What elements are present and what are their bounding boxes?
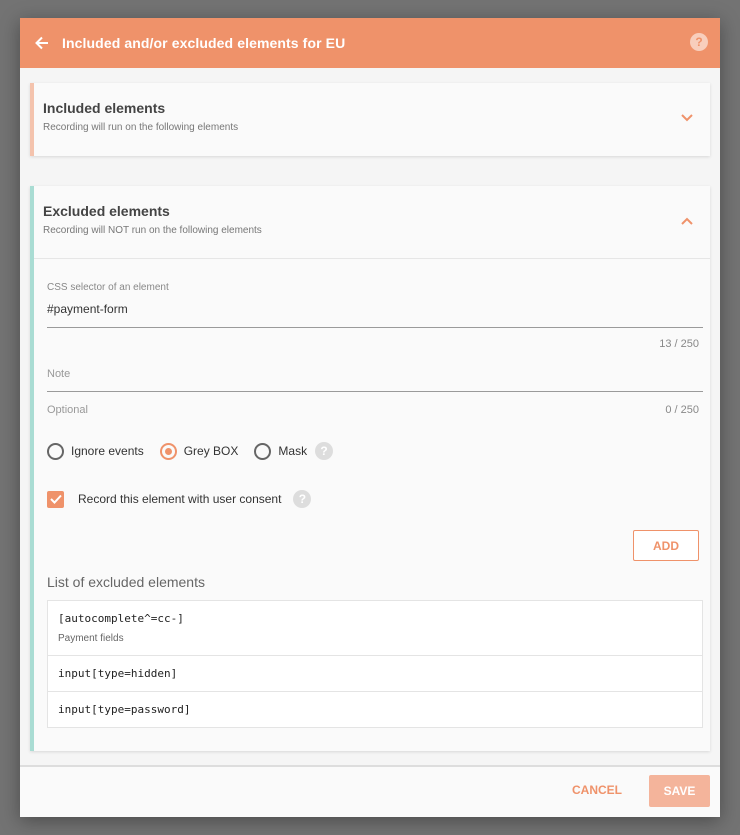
included-elements-panel[interactable]: Included elements Recording will run on …	[30, 83, 710, 156]
radio-unchecked-icon[interactable]	[254, 442, 272, 460]
checkbox-checked-icon[interactable]	[47, 490, 64, 508]
dialog: Included and/or excluded elements for EU…	[20, 18, 720, 817]
list-item[interactable]: input[type=hidden]	[48, 655, 702, 691]
chevron-up-icon[interactable]	[680, 216, 694, 226]
included-title: Included elements	[43, 100, 166, 116]
css-selector-input[interactable]: #payment-form	[47, 302, 703, 316]
excluded-panel-header[interactable]: Excluded elements Recording will NOT run…	[34, 186, 710, 258]
save-button[interactable]: SAVE	[649, 775, 710, 807]
panel-divider	[34, 258, 710, 259]
excluded-list: [autocomplete^=cc-] Payment fields input…	[47, 600, 703, 728]
radio-unchecked-icon[interactable]	[47, 442, 64, 460]
note-hint: Optional	[47, 404, 88, 416]
css-selector-underline	[47, 327, 703, 328]
cancel-button[interactable]: CANCEL	[572, 783, 622, 797]
list-item-selector: [autocomplete^=cc-]	[58, 612, 184, 625]
radio-label: Ignore events	[71, 444, 144, 458]
back-arrow-icon[interactable]	[32, 33, 52, 53]
note-underline	[47, 391, 703, 392]
radio-checked-icon[interactable]	[159, 442, 177, 460]
list-item[interactable]: input[type=password]	[48, 691, 702, 727]
css-selector-counter: 13 / 250	[659, 338, 699, 350]
dialog-footer: CANCEL SAVE	[20, 765, 720, 817]
list-item-note: Payment fields	[58, 633, 124, 644]
included-panel-header[interactable]: Included elements Recording will run on …	[34, 83, 710, 155]
list-item-selector: input[type=hidden]	[58, 667, 178, 680]
dialog-header: Included and/or excluded elements for EU…	[20, 18, 720, 68]
radio-label: Mask	[278, 444, 308, 458]
excluded-subtitle: Recording will NOT run on the following …	[43, 225, 262, 236]
list-item-selector: input[type=password]	[58, 703, 191, 716]
note-counter: 0 / 250	[665, 404, 699, 416]
chevron-down-icon[interactable]	[680, 113, 694, 123]
included-subtitle: Recording will run on the following elem…	[43, 122, 239, 133]
excluded-elements-panel: Excluded elements Recording will NOT run…	[30, 186, 710, 751]
consent-label: Record this element with user consent	[78, 492, 282, 506]
css-selector-label: CSS selector of an element	[47, 282, 169, 293]
note-field[interactable]: Note	[47, 368, 703, 392]
radio-label: Grey BOX	[183, 444, 239, 458]
consent-checkbox-row[interactable]: Record this element with user consent ?	[47, 490, 312, 508]
radio-mask[interactable]: Mask	[254, 442, 308, 460]
add-button[interactable]: ADD	[633, 530, 699, 561]
note-input[interactable]: Note	[47, 368, 703, 380]
list-item[interactable]: [autocomplete^=cc-] Payment fields	[48, 601, 702, 655]
dialog-body[interactable]: Included elements Recording will run on …	[20, 68, 720, 765]
recording-mode-radios: Ignore events Grey BOX Mask ?	[47, 442, 334, 460]
excluded-title: Excluded elements	[43, 203, 170, 219]
help-icon[interactable]: ?	[690, 33, 708, 51]
radio-grey-box[interactable]: Grey BOX	[159, 442, 239, 460]
radio-ignore-events[interactable]: Ignore events	[47, 442, 144, 460]
excluded-list-title: List of excluded elements	[47, 574, 205, 590]
consent-help-icon[interactable]: ?	[293, 490, 312, 508]
dialog-title: Included and/or excluded elements for EU	[62, 35, 346, 51]
mask-help-icon[interactable]: ?	[315, 442, 334, 460]
css-selector-field[interactable]: CSS selector of an element #payment-form	[47, 282, 703, 328]
